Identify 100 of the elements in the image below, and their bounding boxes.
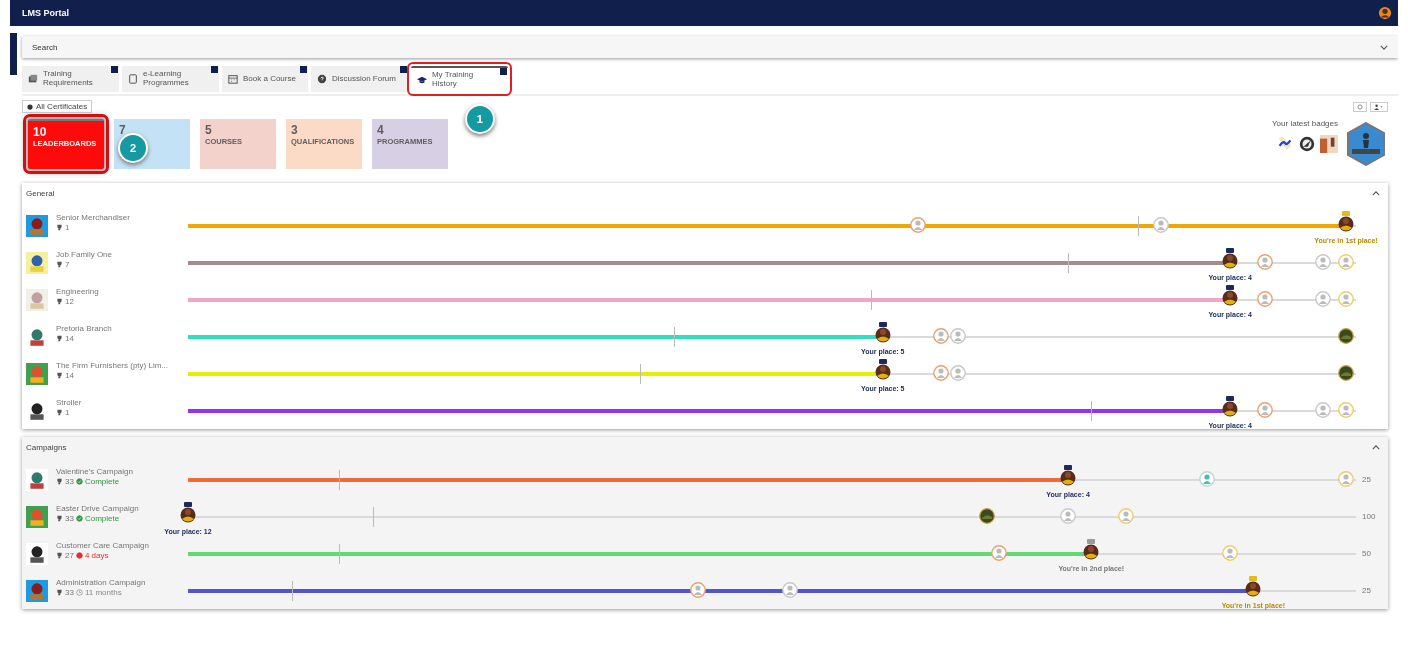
avatar-icon[interactable] (1314, 253, 1331, 270)
avatar-with-medal-icon[interactable] (1222, 247, 1239, 270)
avatar-with-medal-icon[interactable] (1222, 395, 1239, 418)
avatar-icon[interactable] (1256, 401, 1273, 418)
user-avatar-icon[interactable] (1378, 6, 1392, 20)
avatar-icon[interactable] (950, 364, 967, 381)
avatar-with-medal-icon[interactable] (180, 501, 196, 524)
avatar-icon[interactable] (1199, 470, 1216, 487)
avatar-icon[interactable] (1338, 290, 1354, 307)
trophy-icon (56, 372, 63, 379)
status-text: Complete (84, 514, 120, 523)
tab[interactable]: Training Requirements (22, 66, 119, 92)
section-title: Campaigns (26, 442, 67, 452)
avatar-icon[interactable] (782, 581, 799, 598)
avatar-with-medal-icon[interactable] (1222, 284, 1239, 307)
status-text: 11 months (84, 588, 122, 597)
books-icon (28, 74, 38, 84)
count-badge-icon (299, 66, 307, 73)
leaderboard-name: Job Family One (56, 250, 114, 259)
avatar-with-medal-icon[interactable] (1245, 575, 1262, 598)
trophy-icon (56, 409, 63, 416)
participant-count: 1 (65, 223, 70, 232)
user-menu-button[interactable] (1370, 101, 1388, 112)
avatar-with-medal-icon[interactable] (874, 358, 891, 381)
avatar-icon[interactable] (1314, 290, 1331, 307)
avatar-icon[interactable] (932, 327, 949, 344)
avatar-icon[interactable] (950, 327, 967, 344)
avatar-photo-icon[interactable] (1338, 364, 1354, 381)
leaderboard-name: The Firm Furnishers (pty) Lim... (56, 361, 169, 370)
leaderboard-name: Senior Merchandiser (56, 213, 131, 222)
trophy-icon (56, 552, 63, 559)
avatar-icon[interactable] (1338, 253, 1354, 270)
avatar-icon[interactable] (1152, 216, 1169, 233)
avatar-icon[interactable] (1060, 507, 1077, 524)
avatar-photo-icon[interactable] (979, 507, 995, 524)
section-title: General (26, 188, 55, 198)
app-title: LMS Portal (22, 8, 69, 18)
tablet-icon (128, 74, 138, 84)
count-badge-icon (499, 68, 507, 75)
all-certificates-button[interactable]: All Certificates (22, 100, 93, 113)
leaderboard-name: Easter Drive Campaign (56, 504, 140, 513)
search-field[interactable]: Search (22, 36, 1398, 58)
avatar-icon[interactable] (1222, 544, 1239, 561)
target-value: 25 (1362, 475, 1372, 484)
trophy-icon (56, 515, 63, 522)
status-text: Complete (84, 477, 120, 486)
sidebar-toggle[interactable] (10, 33, 17, 75)
certificate-icon (27, 103, 33, 110)
user-icon (1374, 103, 1384, 110)
avatar-with-medal-icon[interactable] (874, 321, 891, 344)
avatar-icon[interactable] (909, 216, 926, 233)
target-value: 25 (1362, 586, 1372, 595)
avatar-icon[interactable] (1338, 470, 1354, 487)
avatar-photo-icon[interactable] (1338, 327, 1354, 344)
participant-count: 33 (65, 477, 74, 486)
question-icon (316, 74, 327, 84)
leaderboard-name: Valentine's Campaign (56, 467, 134, 476)
refresh-icon (1357, 103, 1363, 110)
avatar-icon[interactable] (1314, 401, 1331, 418)
count-badge-icon (399, 66, 407, 73)
trophy-icon (56, 478, 63, 485)
participant-count: 27 (65, 551, 74, 560)
participant-count: 7 (65, 260, 70, 269)
avatar-icon[interactable] (990, 544, 1007, 561)
participant-count: 12 (65, 297, 74, 306)
avatar-icon[interactable] (689, 581, 706, 598)
avatar-icon[interactable] (1256, 253, 1273, 270)
tab[interactable]: e-Learning Programmes (122, 66, 219, 92)
chevron-up-icon[interactable] (1372, 444, 1380, 450)
avatar-icon[interactable] (932, 364, 949, 381)
target-value: 100 (1362, 512, 1377, 521)
avatar-with-medal-icon[interactable] (1338, 210, 1354, 233)
chevron-down-icon[interactable] (1380, 45, 1388, 50)
target-value: 50 (1362, 549, 1372, 558)
participant-count: 33 (65, 514, 74, 523)
trophy-icon (56, 589, 63, 596)
avatar-with-medal-icon[interactable] (1060, 464, 1077, 487)
avatar-icon[interactable] (1338, 401, 1354, 418)
callout-number: 1 (464, 104, 495, 134)
badges-title: Your latest badges (1272, 119, 1338, 128)
trophy-icon (56, 224, 63, 231)
calendar-icon (228, 74, 238, 84)
leaderboard-name: Pretoria Branch (56, 324, 113, 333)
avatar-icon[interactable] (1117, 507, 1134, 524)
avatar-with-medal-icon[interactable] (1083, 538, 1100, 561)
avatar-icon[interactable] (1256, 290, 1273, 307)
trophy-icon (56, 335, 63, 342)
chevron-up-icon[interactable] (1372, 190, 1380, 196)
trophy-icon (56, 298, 63, 305)
tab[interactable]: Discussion Forum (310, 66, 408, 92)
graduation-cap-icon (416, 75, 427, 85)
tab[interactable]: Book a Course (222, 66, 308, 92)
leaderboard-name: Customer Care Campaign (56, 541, 150, 550)
participant-count: 14 (65, 371, 74, 380)
participant-count: 33 (65, 588, 74, 597)
refresh-button[interactable] (1353, 101, 1367, 112)
count-badge-icon (111, 66, 118, 73)
leaderboard-name: Administration Campaign (56, 578, 147, 587)
participant-count: 14 (65, 334, 74, 343)
leaderboard-name: Stroller (56, 398, 83, 407)
